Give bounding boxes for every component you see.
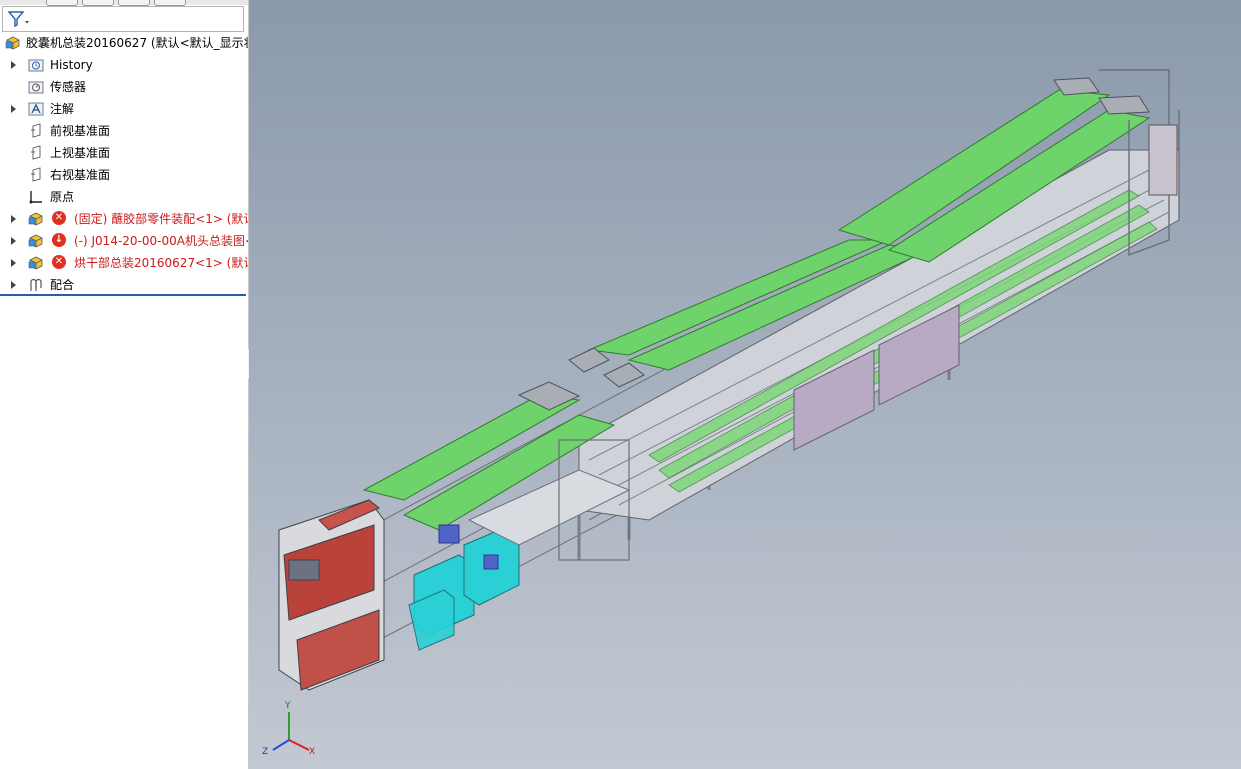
- tree-item-history[interactable]: History: [0, 54, 248, 76]
- control-cabinet-right: [1148, 124, 1178, 196]
- panel-tab-strip: [0, 0, 248, 6]
- tree-item-top-plane[interactable]: 上视基准面: [0, 142, 248, 164]
- history-folder-icon: [28, 59, 44, 72]
- expand-arrow-icon[interactable]: [10, 230, 18, 252]
- plane-icon: [31, 167, 41, 182]
- tree-item-front-plane[interactable]: 前视基准面: [0, 120, 248, 142]
- tree-item-annotations[interactable]: 注解: [0, 98, 248, 120]
- tree-item-label: 传感器: [50, 80, 87, 94]
- tree-item-mates[interactable]: 配合: [0, 274, 248, 296]
- assembly-icon: [28, 256, 43, 270]
- origin-icon: [29, 191, 42, 204]
- tree-item-label: 注解: [50, 102, 75, 116]
- sensor-icon: [28, 81, 44, 94]
- tree-item-label: 烘干部总装20160627<1> (默认: [74, 256, 249, 270]
- tree-end-marker: [0, 294, 246, 296]
- plane-icon: [31, 145, 41, 160]
- tree-item-label: 前视基准面: [50, 124, 111, 138]
- tree-item-label: 上视基准面: [50, 146, 111, 160]
- tree-item-label: 配合: [50, 278, 75, 292]
- tree-item-label: (-) J014-20-00-00A机头总装图<: [74, 234, 249, 248]
- machine-assembly-render[interactable]: Y X Z: [249, 0, 1241, 769]
- tree-item-component-head[interactable]: ↓ (-) J014-20-00-00A机头总装图<: [0, 230, 248, 252]
- error-icon: ✕: [52, 211, 66, 225]
- expand-arrow-icon[interactable]: [10, 274, 18, 296]
- expand-arrow-icon[interactable]: [10, 54, 18, 76]
- assembly-icon: [28, 234, 43, 248]
- top-covers: [362, 89, 1151, 531]
- tree-item-origin[interactable]: 原点: [0, 186, 248, 208]
- triad-z-label: Z: [262, 747, 268, 757]
- cyan-modules: [408, 527, 520, 651]
- filter-icon[interactable]: [7, 10, 31, 28]
- assembly-icon: [5, 36, 20, 50]
- tree-item-sensors[interactable]: 传感器: [0, 76, 248, 98]
- tree-item-label: 原点: [50, 190, 75, 204]
- tree-item-label: (固定) 蘸胶部零件装配<1> (默认: [74, 212, 249, 226]
- tree-item-right-plane[interactable]: 右视基准面: [0, 164, 248, 186]
- expand-arrow-icon[interactable]: [10, 208, 18, 230]
- tree-filter-input[interactable]: [2, 6, 244, 32]
- feature-manager-panel: 胶囊机总装20160627 (默认<默认_显示状 History 传感器 注解: [0, 0, 249, 769]
- mates-icon: [30, 278, 42, 291]
- graphics-viewport[interactable]: Y X Z: [249, 0, 1241, 769]
- tree-item-component-dryer[interactable]: ✕ 烘干部总装20160627<1> (默认: [0, 252, 248, 274]
- tree-root-label: 胶囊机总装20160627 (默认<默认_显示状: [26, 36, 249, 50]
- head-machine: [278, 499, 385, 691]
- annotation-icon: [28, 102, 44, 116]
- tree-item-component-dipping[interactable]: ✕ (固定) 蘸胶部零件装配<1> (默认: [0, 208, 248, 230]
- expand-arrow-icon[interactable]: [10, 98, 18, 120]
- plane-icon: [31, 123, 41, 138]
- assembly-icon: [28, 212, 43, 226]
- triad-x-label: X: [309, 747, 315, 757]
- tree-root-assembly[interactable]: 胶囊机总装20160627 (默认<默认_显示状: [0, 32, 248, 54]
- tree-item-label: History: [50, 58, 93, 72]
- error-icon: ✕: [52, 255, 66, 269]
- triad-y-label: Y: [284, 701, 291, 711]
- tree-item-label: 右视基准面: [50, 168, 111, 182]
- orientation-triad: Y X Z: [262, 701, 315, 757]
- rebuild-down-arrow-icon: ↓: [52, 233, 66, 247]
- expand-arrow-icon[interactable]: [10, 252, 18, 274]
